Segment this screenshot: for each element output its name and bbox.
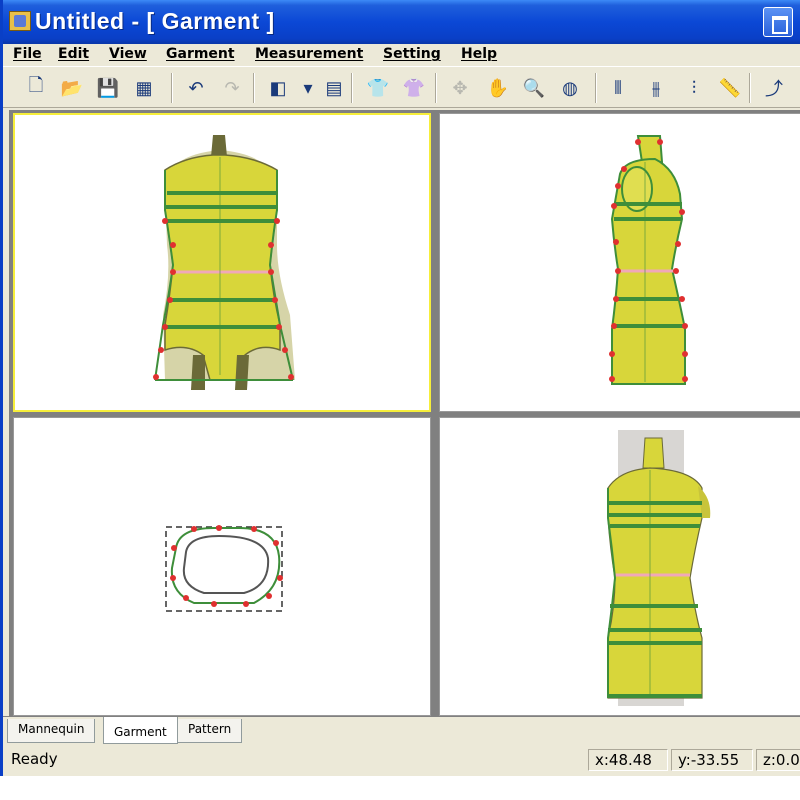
- toolbar-separator: [253, 73, 255, 103]
- new-file-icon[interactable]: 🗋: [23, 75, 49, 101]
- toolbar-separator: [595, 73, 597, 103]
- top-view-canvas[interactable]: [14, 418, 431, 716]
- garment-edit-icon[interactable]: 👚: [401, 75, 427, 101]
- title-bar[interactable]: Untitled - [ Garment ]: [3, 0, 800, 44]
- restore-button[interactable]: [763, 7, 793, 37]
- open-folder-icon[interactable]: 📂: [59, 75, 85, 101]
- perspective-view-canvas[interactable]: [440, 418, 800, 716]
- menu-setting[interactable]: Setting: [383, 46, 441, 62]
- view-layout-icon[interactable]: ▤: [321, 75, 347, 101]
- status-text: Ready: [11, 750, 58, 768]
- ruler-icon[interactable]: 📏: [717, 75, 743, 101]
- toolbar: 🗋 📂 💾 ▦ ↶ ↷ ◧ ▾ ▤ 👕 👚 ✥ ✋ 🔍 ◍ ⫴ ⫵ ⫶ 📏 ⤴: [3, 66, 800, 108]
- save-all-icon[interactable]: ▦: [131, 75, 157, 101]
- zoom-icon[interactable]: 🔍: [521, 75, 547, 101]
- cross-section-figure: [165, 525, 283, 612]
- align-right-icon[interactable]: ⫶: [681, 75, 707, 101]
- side-view-canvas[interactable]: [440, 114, 800, 412]
- toolbar-separator: [435, 73, 437, 103]
- viewport-area: [9, 110, 800, 716]
- front-view-canvas[interactable]: [15, 115, 429, 410]
- save-icon[interactable]: 💾: [95, 75, 121, 101]
- side-garment-figure: [609, 135, 688, 385]
- menu-edit[interactable]: Edit: [58, 46, 89, 62]
- curve-tool-icon[interactable]: ⤴: [761, 75, 787, 101]
- view-cube-icon[interactable]: ◧: [265, 75, 291, 101]
- undo-icon[interactable]: ↶: [183, 75, 209, 101]
- menu-help[interactable]: Help: [461, 46, 497, 62]
- side-view-pane[interactable]: [439, 113, 800, 412]
- move-arrows-icon[interactable]: ✥: [447, 75, 473, 101]
- align-center-icon[interactable]: ⫵: [643, 75, 669, 101]
- menu-file[interactable]: File: [13, 46, 42, 62]
- toolbar-separator: [351, 73, 353, 103]
- tab-pattern[interactable]: Pattern: [177, 719, 243, 743]
- status-z-coordinate: z:0.00: [756, 749, 800, 771]
- menu-measurement[interactable]: Measurement: [255, 46, 363, 62]
- garment-shirt-icon[interactable]: 👕: [365, 75, 391, 101]
- status-y-coordinate: y:-33.55: [671, 749, 753, 771]
- perspective-view-pane[interactable]: [439, 417, 800, 716]
- view-tabs: Mannequin Garment Pattern: [3, 716, 800, 744]
- front-view-pane[interactable]: [13, 113, 431, 412]
- app-icon: [9, 11, 31, 31]
- top-view-pane[interactable]: [13, 417, 431, 716]
- perspective-garment-figure: [607, 430, 711, 706]
- front-garment-figure: [153, 135, 295, 390]
- redo-icon[interactable]: ↷: [219, 75, 245, 101]
- pan-hand-icon[interactable]: ✋: [485, 75, 511, 101]
- status-x-coordinate: x:48.48: [588, 749, 668, 771]
- rotate-view-icon[interactable]: ◍: [557, 75, 583, 101]
- status-bar: Ready x:48.48 y:-33.55 z:0.00: [3, 746, 800, 774]
- align-left-icon[interactable]: ⫴: [605, 75, 631, 101]
- menu-view[interactable]: View: [109, 46, 147, 62]
- tab-garment[interactable]: Garment: [103, 717, 178, 744]
- menu-garment[interactable]: Garment: [166, 46, 235, 62]
- toolbar-separator: [749, 73, 751, 103]
- window-title: Untitled - [ Garment ]: [35, 8, 275, 34]
- app-window: Untitled - [ Garment ] File Edit View Ga…: [0, 0, 800, 776]
- toolbar-separator: [171, 73, 173, 103]
- tab-mannequin[interactable]: Mannequin: [7, 719, 96, 743]
- dropdown-arrow-icon[interactable]: ▾: [295, 75, 321, 101]
- menu-bar: File Edit View Garment Measurement Setti…: [3, 44, 800, 66]
